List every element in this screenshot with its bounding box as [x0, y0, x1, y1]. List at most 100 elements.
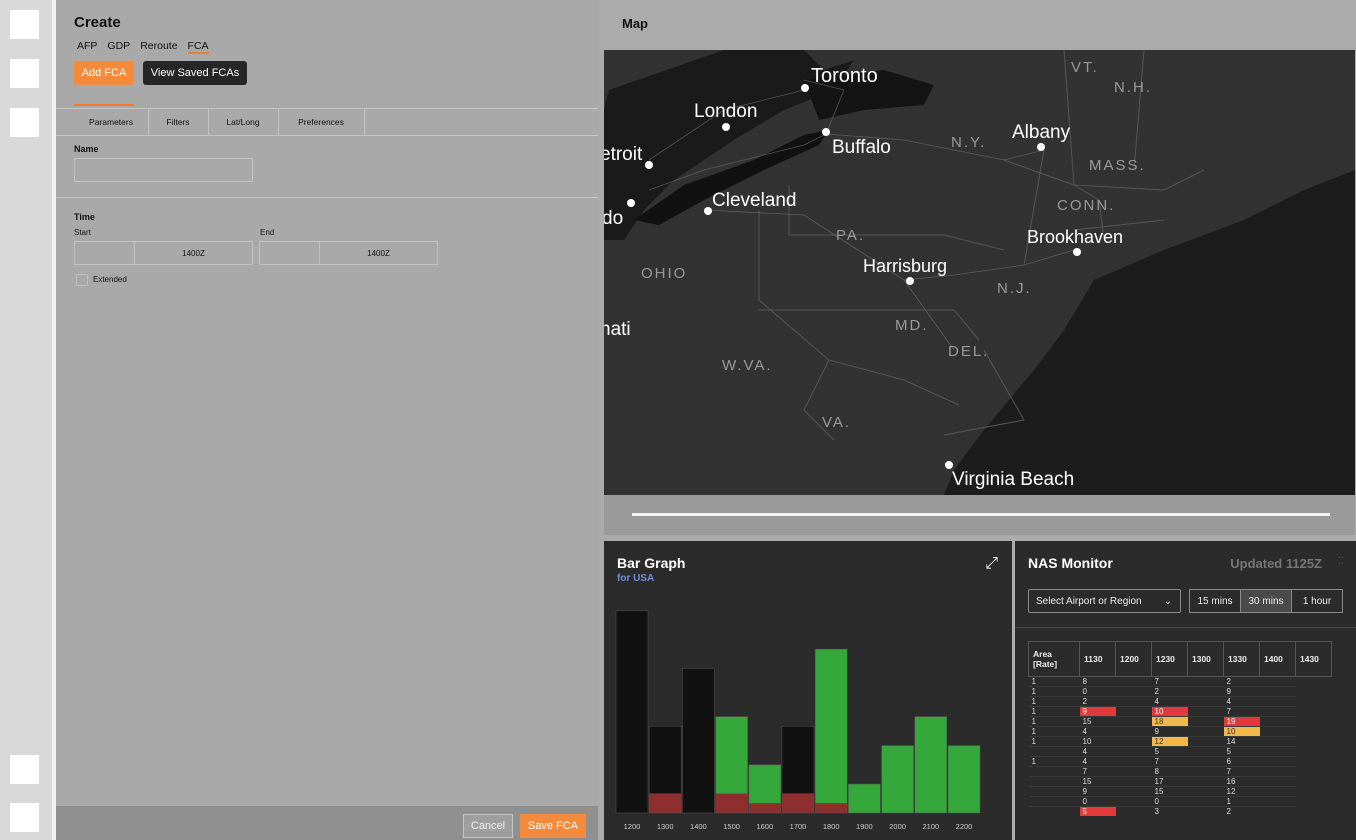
city-label: Harrisburg — [863, 256, 947, 276]
table-row[interactable]: 12 4 4 — [1028, 696, 1332, 707]
map-svg: Toronto London Buffalo Albany etroit Cle… — [604, 50, 1355, 495]
table-row[interactable]: 7 8 7 — [1028, 766, 1332, 777]
tab-gdp[interactable]: GDP — [107, 40, 130, 54]
table-row[interactable]: 0 0 1 — [1028, 796, 1332, 807]
airport-region-select[interactable]: Select Airport or Region ⌄ — [1028, 589, 1181, 613]
table-cell: 0 — [1079, 686, 1116, 697]
extended-checkbox[interactable] — [76, 274, 88, 286]
timeline-slider[interactable] — [632, 513, 1330, 516]
table-cell — [1115, 766, 1152, 777]
nas-column-header[interactable]: 1200 — [1115, 641, 1152, 677]
map-canvas[interactable]: Toronto London Buffalo Albany etroit Cle… — [604, 50, 1355, 495]
add-fca-button[interactable]: Add FCA — [74, 61, 134, 85]
state-label: N.H. — [1114, 79, 1152, 96]
select-label: Select Airport or Region — [1036, 595, 1142, 607]
table-row[interactable]: 5 3 2 — [1028, 806, 1332, 816]
table-cell: 0 — [1079, 796, 1116, 807]
tab-preferences[interactable]: Preferences — [278, 109, 365, 135]
table-cell: 18 — [1151, 716, 1188, 727]
tab-lat-long[interactable]: Lat/Long — [208, 109, 279, 135]
table-cell — [1259, 736, 1296, 747]
x-tick-label: 2100 — [922, 822, 939, 831]
table-cell — [1187, 796, 1224, 807]
tab-reroute[interactable]: Reroute — [140, 40, 177, 54]
segment-15-mins[interactable]: 15 mins — [1189, 589, 1241, 613]
table-row[interactable]: 1 4 9 10 — [1028, 726, 1332, 737]
start-date-input[interactable] — [74, 241, 135, 265]
table-cell — [1028, 776, 1080, 787]
table-cell — [1115, 686, 1152, 697]
table-cell — [1187, 696, 1224, 707]
bar-segment — [881, 745, 914, 814]
table-cell: 14 — [1223, 736, 1260, 747]
nas-column-header[interactable]: 1300 — [1187, 641, 1224, 677]
table-cell: 3 — [1151, 806, 1188, 816]
cancel-button[interactable]: Cancel — [463, 814, 513, 838]
table-cell — [1115, 746, 1152, 757]
table-row[interactable]: 1 15 18 19 — [1028, 716, 1332, 727]
nas-column-header[interactable]: 1230 — [1151, 641, 1188, 677]
rail-button-2[interactable] — [10, 59, 39, 88]
table-cell: 15 — [1079, 716, 1116, 727]
bar-segment — [781, 793, 815, 814]
tab-fca[interactable]: FCA — [187, 40, 209, 54]
table-cell — [1115, 736, 1152, 747]
state-label: W.VA. — [722, 357, 773, 374]
table-cell: 1 — [1028, 716, 1080, 727]
rail-button-3[interactable] — [10, 108, 39, 137]
table-row[interactable]: 1 10 12 14 — [1028, 736, 1332, 747]
table-cell: 17 — [1151, 776, 1188, 787]
tab-filters[interactable]: Filters — [148, 109, 209, 135]
create-panel: Create AFP GDP Reroute FCA Add FCA View … — [56, 0, 598, 840]
bar-segment — [814, 648, 848, 804]
map-title: Map — [622, 16, 648, 31]
table-row[interactable]: 14 7 6 — [1028, 756, 1332, 767]
tab-afp[interactable]: AFP — [77, 40, 97, 54]
city-label: nati — [604, 319, 631, 340]
end-date-input[interactable] — [259, 241, 320, 265]
page-title: Create — [74, 14, 121, 31]
table-row[interactable]: 4 5 5 — [1028, 746, 1332, 757]
table-cell — [1028, 746, 1080, 757]
table-row[interactable]: 1872 — [1028, 676, 1332, 687]
drag-icon[interactable]: ⁚⁚ — [1338, 556, 1344, 567]
end-time-input[interactable]: 1400Z — [319, 241, 438, 265]
table-row[interactable]: 9 15 12 — [1028, 786, 1332, 797]
view-saved-fcas-button[interactable]: View Saved FCAs — [143, 61, 247, 85]
table-cell: 8 — [1079, 676, 1116, 687]
nas-column-header[interactable]: 1130 — [1079, 641, 1116, 677]
table-cell — [1115, 806, 1152, 816]
table-cell — [1115, 796, 1152, 807]
nas-column-header[interactable]: 1330 — [1223, 641, 1260, 677]
tab-parameters[interactable]: Parameters — [74, 109, 149, 135]
bar-segment — [715, 793, 748, 814]
bar-graph-panel: Bar Graph for USA ⤢ 1200 1300 1400 1500 1600… — [604, 541, 1012, 840]
x-tick-label: 2200 — [956, 822, 973, 831]
table-row[interactable]: 15 17 16 — [1028, 776, 1332, 787]
table-cell: 7 — [1151, 676, 1188, 687]
table-cell: 1 — [1028, 706, 1080, 717]
table-cell: 19 — [1223, 716, 1260, 727]
table-cell: 10 — [1079, 736, 1116, 747]
rail-button-4[interactable] — [10, 755, 39, 784]
extended-label: Extended — [93, 275, 127, 284]
table-row[interactable]: 10 2 9 — [1028, 686, 1332, 697]
nas-column-header[interactable]: Area [Rate] — [1028, 641, 1080, 677]
rail-button-5[interactable] — [10, 803, 39, 832]
x-tick-label: 1900 — [856, 822, 873, 831]
rail-button-1[interactable] — [10, 10, 39, 39]
start-time-input[interactable]: 1400Z — [134, 241, 253, 265]
segment-1-hour[interactable]: 1 hour — [1291, 589, 1343, 613]
nas-column-header[interactable]: 1430 — [1295, 641, 1332, 677]
table-cell — [1115, 716, 1152, 727]
state-label: PA. — [836, 227, 865, 244]
x-tick-label: 1700 — [790, 822, 807, 831]
table-cell — [1115, 776, 1152, 787]
city-label: etroit — [604, 144, 643, 165]
table-row[interactable]: 1 9 10 7 — [1028, 706, 1332, 717]
save-fca-button[interactable]: Save FCA — [520, 814, 586, 838]
segment-30-mins[interactable]: 30 mins — [1240, 589, 1292, 613]
nas-column-header[interactable]: 1400 — [1259, 641, 1296, 677]
name-input[interactable] — [74, 158, 253, 182]
x-tick-label: 1200 — [624, 822, 641, 831]
